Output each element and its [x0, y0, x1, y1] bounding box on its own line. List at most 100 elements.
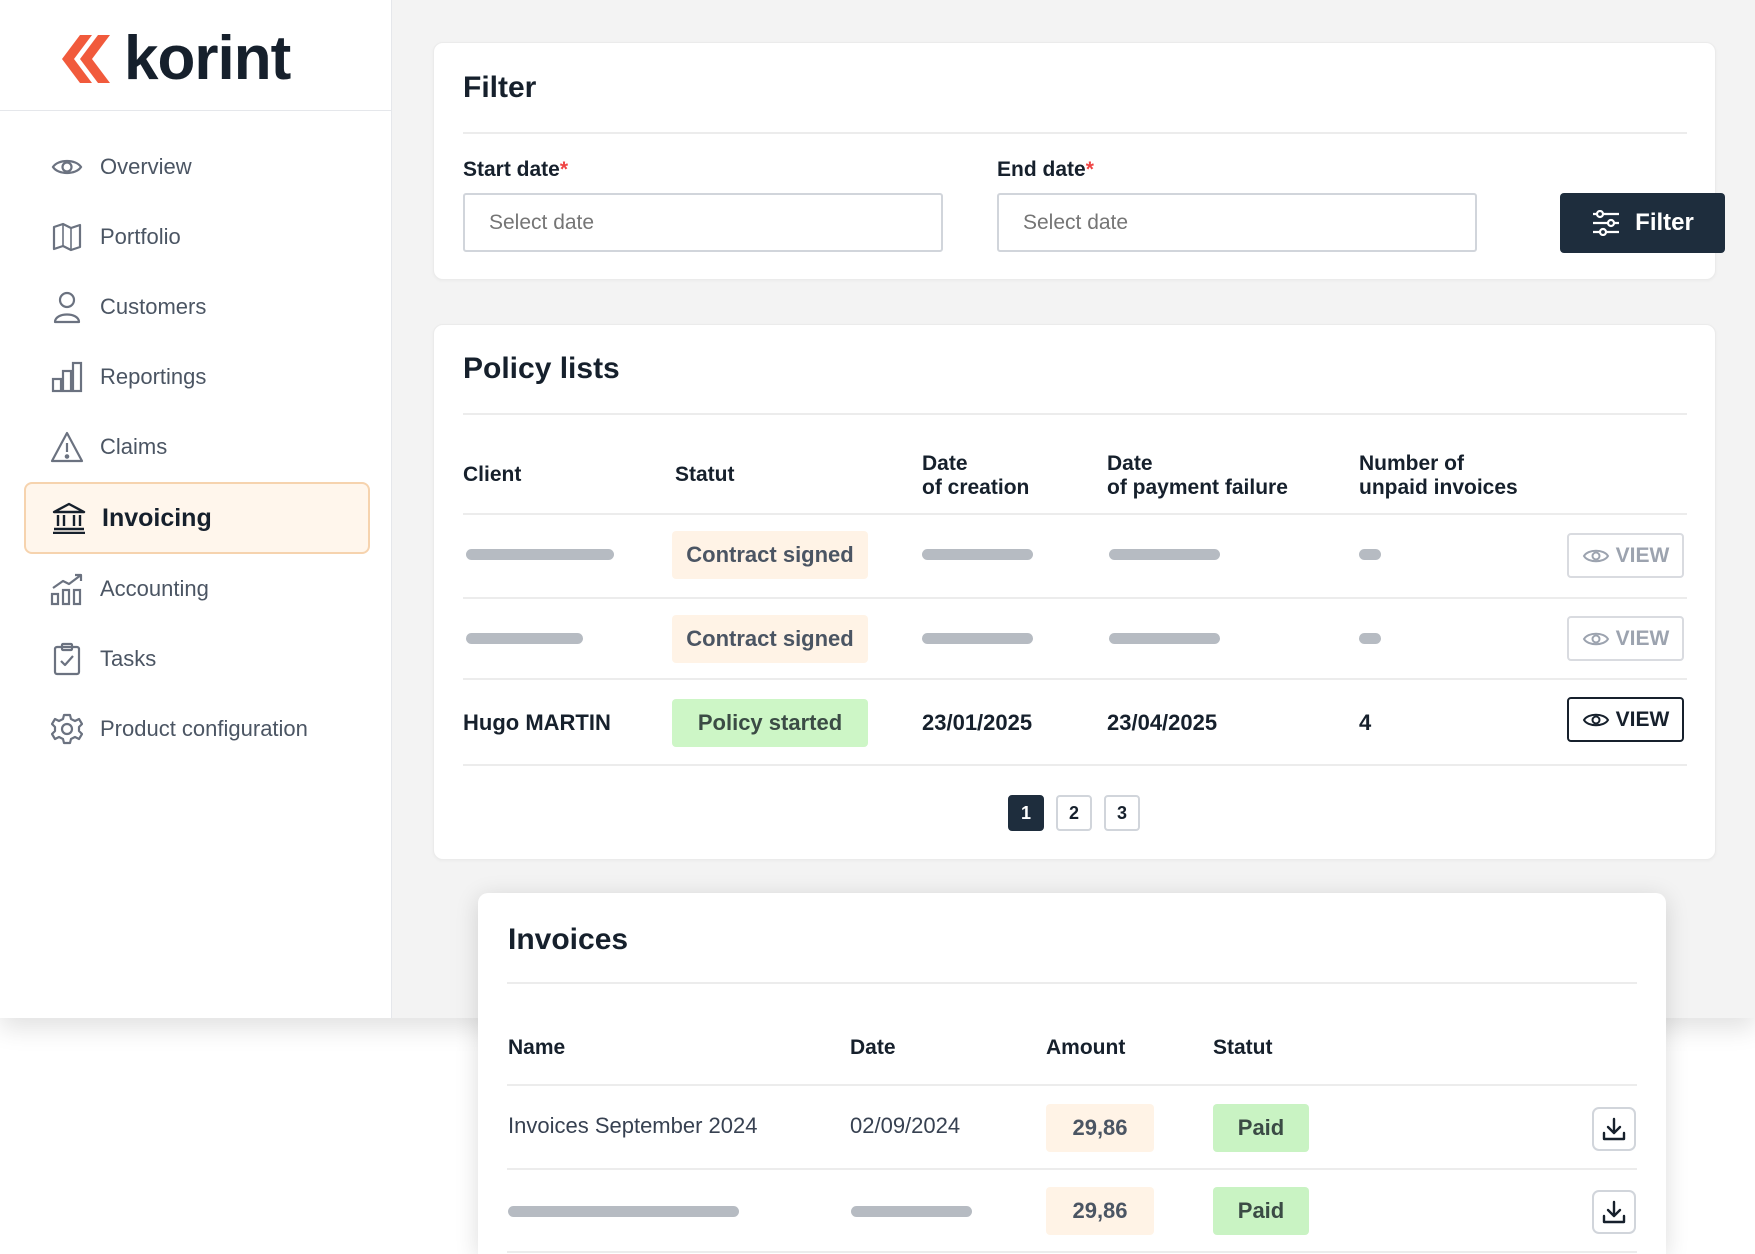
view-button[interactable]: VIEW — [1567, 697, 1684, 742]
bank-icon — [52, 501, 86, 535]
invoices-divider — [507, 982, 1637, 984]
sidebar-item-accounting[interactable]: Accounting — [24, 554, 370, 624]
sidebar: korint Overview Portfolio Customers Repo… — [0, 0, 392, 1018]
download-button[interactable] — [1592, 1190, 1636, 1234]
row-divider — [463, 597, 1687, 599]
filter-button[interactable]: Filter — [1560, 193, 1725, 253]
filter-button-label: Filter — [1635, 209, 1694, 236]
header-line: unpaid invoices — [1359, 476, 1518, 499]
filter-card: Filter Start date* End date* Filter — [433, 42, 1725, 280]
download-icon — [1602, 1117, 1626, 1141]
payment-failure-date: 23/04/2025 — [1107, 710, 1218, 735]
page-button-2[interactable]: 2 — [1056, 795, 1092, 831]
date-placeholder — [922, 549, 1033, 560]
sidebar-item-overview[interactable]: Overview — [24, 132, 370, 202]
column-header-name: Name — [508, 1036, 566, 1059]
view-button-label: VIEW — [1615, 626, 1670, 650]
sidebar-item-label: Product configuration — [100, 716, 308, 741]
sidebar-item-claims[interactable]: Claims — [24, 412, 370, 482]
policy-lists-title: Policy lists — [463, 352, 620, 385]
chart-growth-icon — [50, 572, 84, 606]
client-placeholder — [466, 549, 614, 560]
main-content: Filter Start date* End date* Filter Poli… — [392, 0, 1755, 1018]
view-button-label: VIEW — [1615, 707, 1670, 731]
invoice-name: Invoices September 2024 — [508, 1113, 758, 1138]
invoices-card: Invoices Name Date Amount Statut Invoice… — [478, 893, 1666, 1254]
sidebar-item-label: Reportings — [100, 364, 207, 389]
sidebar-nav: Overview Portfolio Customers Reportings — [24, 132, 370, 764]
header-line: Date — [922, 452, 968, 475]
view-button[interactable]: VIEW — [1567, 616, 1684, 661]
invoice-date: 02/09/2024 — [850, 1113, 961, 1138]
sidebar-item-label: Overview — [100, 154, 192, 179]
column-header-statut: Statut — [1213, 1036, 1273, 1059]
view-button[interactable]: VIEW — [1567, 533, 1684, 578]
creation-date: 23/01/2025 — [922, 710, 1033, 735]
invoice-name-placeholder — [508, 1206, 739, 1217]
sidebar-item-label: Portfolio — [100, 224, 181, 249]
table-header-divider — [463, 513, 1687, 515]
app-window: korint Overview Portfolio Customers Repo… — [0, 0, 1755, 1018]
filter-divider — [463, 132, 1687, 134]
invoices-title: Invoices — [508, 923, 629, 956]
status-badge: Policy started — [672, 699, 868, 747]
page-button-3[interactable]: 3 — [1104, 795, 1140, 831]
count-placeholder — [1359, 549, 1381, 560]
sidebar-item-reportings[interactable]: Reportings — [24, 342, 370, 412]
row-divider — [463, 764, 1687, 766]
column-header-unpaid-invoices: Number of unpaid invoices — [1359, 452, 1518, 500]
header-line: of payment failure — [1107, 476, 1288, 499]
sidebar-item-product-configuration[interactable]: Product configuration — [24, 694, 370, 764]
header-line: of creation — [922, 476, 1030, 499]
header-line: Number of — [1359, 452, 1464, 475]
eye-icon — [50, 150, 84, 184]
status-badge: Contract signed — [672, 531, 868, 579]
start-date-label-text: Start date — [463, 158, 560, 181]
client-name: Hugo MARTIN — [463, 710, 611, 735]
sidebar-divider — [0, 110, 392, 111]
download-button[interactable] — [1592, 1107, 1636, 1151]
row-divider — [507, 1168, 1637, 1170]
download-icon — [1602, 1200, 1626, 1224]
column-header-amount: Amount — [1046, 1036, 1126, 1059]
unpaid-invoices-count: 4 — [1359, 710, 1372, 735]
status-badge: Paid — [1213, 1104, 1309, 1152]
gear-icon — [50, 712, 84, 746]
start-date-label: Start date* — [463, 158, 568, 182]
filter-title: Filter — [463, 71, 537, 104]
status-badge: Paid — [1213, 1187, 1309, 1235]
sliders-icon — [1593, 210, 1620, 236]
count-placeholder — [1359, 633, 1381, 644]
brand-logo[interactable]: korint — [58, 24, 291, 93]
invoice-amount: 29,86 — [1046, 1104, 1154, 1152]
column-header-date-of-payment-failure: Date of payment failure — [1107, 452, 1288, 500]
policy-lists-divider — [463, 413, 1687, 415]
column-header-date: Date — [850, 1036, 896, 1059]
date-placeholder — [922, 633, 1033, 644]
sidebar-item-tasks[interactable]: Tasks — [24, 624, 370, 694]
start-date-input[interactable] — [463, 193, 943, 252]
invoice-date-placeholder — [851, 1206, 972, 1217]
page-button-1[interactable]: 1 — [1008, 795, 1044, 831]
sidebar-item-label: Tasks — [100, 646, 157, 671]
date-placeholder — [1109, 633, 1220, 644]
sidebar-item-customers[interactable]: Customers — [24, 272, 370, 342]
status-badge: Contract signed — [672, 615, 868, 663]
sidebar-item-invoicing[interactable]: Invoicing — [24, 482, 370, 554]
end-date-input[interactable] — [997, 193, 1477, 252]
policy-lists-card: Policy lists Client Statut Date of creat… — [433, 324, 1716, 860]
brand-name: korint — [124, 24, 291, 93]
view-button-label: VIEW — [1615, 543, 1670, 567]
date-placeholder — [1109, 549, 1220, 560]
column-header-statut: Statut — [675, 463, 735, 486]
required-mark: * — [559, 158, 569, 181]
user-icon — [50, 290, 84, 324]
eye-icon — [1582, 632, 1609, 645]
sidebar-item-portfolio[interactable]: Portfolio — [24, 202, 370, 272]
client-placeholder — [466, 633, 583, 644]
invoice-amount: 29,86 — [1046, 1187, 1154, 1235]
required-mark: * — [1085, 158, 1094, 181]
eye-icon — [1582, 713, 1609, 726]
column-header-date-of-creation: Date of creation — [922, 452, 1029, 500]
header-line: Date — [1107, 452, 1153, 475]
